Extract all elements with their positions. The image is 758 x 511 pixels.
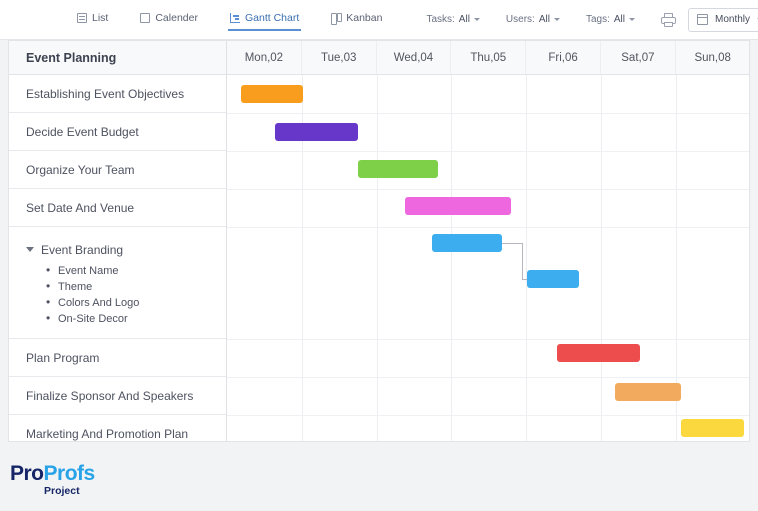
logo-text-profs: Profs [43, 462, 96, 485]
tab-calender-label: Calender [155, 12, 198, 24]
gantt-bar[interactable] [527, 270, 579, 288]
triangle-collapse-icon[interactable] [26, 247, 34, 252]
list-item[interactable]: On-Site Decor [46, 310, 139, 327]
group-header[interactable]: Event Branding [26, 243, 123, 257]
day-column-header: Fri,06 [526, 41, 601, 74]
filter-users-label: Users: [505, 14, 535, 25]
tab-kanban[interactable]: Kanban [329, 8, 384, 31]
timeline-header: Mon,02 Tue,03 Wed,04 Thu,05 Fri,06 Sat,0… [227, 41, 749, 75]
gantt-bar[interactable] [275, 123, 358, 141]
grid-day-separator [526, 75, 528, 441]
grid-row-separator [227, 415, 749, 416]
task-label: Organize Your Team [26, 162, 135, 177]
grid-row-separator [227, 189, 749, 190]
tab-list[interactable]: List [75, 8, 110, 31]
task-row[interactable]: Finalize Sponsor And Speakers [9, 377, 226, 415]
subtask-list: Event Name Theme Colors And Logo On-Site… [46, 262, 139, 327]
grid-row-separator [227, 113, 749, 114]
task-group-event-branding[interactable]: Event Branding Event Name Theme Colors A… [9, 227, 226, 339]
calendar-icon [696, 14, 709, 25]
chevron-down-icon [628, 18, 635, 21]
grid-day-separator [376, 75, 378, 441]
gantt-bar[interactable] [557, 344, 640, 362]
chevron-down-icon [473, 18, 480, 21]
filter-tasks-value: All [458, 14, 470, 25]
gantt-timeline-panel: Mon,02 Tue,03 Wed,04 Thu,05 Fri,06 Sat,0… [227, 41, 749, 441]
task-row[interactable]: Set Date And Venue [9, 189, 226, 227]
tab-gantt-chart-label: Gantt Chart [244, 12, 300, 24]
kanban-icon [331, 13, 343, 25]
filter-users-value: All [538, 14, 550, 25]
filter-users[interactable]: Users: All [506, 14, 560, 25]
task-row[interactable]: Marketing And Promotion Plan [9, 415, 226, 441]
task-label: Plan Program [26, 350, 100, 365]
toolbar-right-controls: Monthly Save [660, 7, 758, 32]
grid-day-separator [451, 75, 453, 441]
filter-tags[interactable]: Tags: All [586, 14, 635, 25]
top-toolbar: List Calender Gantt Chart Kanban Tasks: … [0, 0, 758, 40]
tab-list-label: List [92, 12, 109, 24]
logo-subtitle: Project [44, 485, 80, 497]
task-row[interactable]: Decide Event Budget [9, 113, 226, 151]
period-select[interactable]: Monthly [687, 7, 758, 32]
proprofs-logo: ProProfs Project [10, 462, 96, 498]
filter-tags-value: All [613, 14, 625, 25]
grid-row-separator [227, 377, 749, 378]
filter-tasks-label: Tasks: [426, 14, 455, 25]
chevron-down-icon [553, 18, 560, 21]
logo-text-pro: Pro [10, 462, 44, 485]
dependency-connector [502, 243, 522, 244]
grid-row-separator [227, 339, 749, 340]
list-item[interactable]: Event Name [46, 262, 139, 279]
day-column-header: Thu,05 [451, 41, 527, 74]
gantt-bar[interactable] [681, 419, 744, 437]
filter-tasks[interactable]: Tasks: All [426, 14, 480, 25]
task-label: Set Date And Venue [26, 200, 135, 215]
tab-calender[interactable]: Calender [138, 8, 200, 31]
day-column-header: Sat,07 [601, 41, 676, 74]
day-column-header: Sun,08 [676, 41, 749, 74]
dependency-connector [522, 279, 527, 280]
gantt-bar[interactable] [405, 197, 511, 215]
task-label: Establishing Event Objectives [26, 86, 185, 101]
task-row[interactable]: Organize Your Team [9, 151, 226, 189]
filter-tags-label: Tags: [585, 14, 610, 25]
tab-gantt-chart[interactable]: Gantt Chart [227, 8, 302, 31]
day-column-header: Mon,02 [227, 41, 302, 74]
list-item[interactable]: Colors And Logo [46, 294, 139, 311]
printer-icon[interactable] [660, 12, 676, 27]
task-label: Finalize Sponsor And Speakers [26, 388, 194, 403]
gantt-bar[interactable] [241, 85, 303, 103]
tab-kanban-label: Kanban [346, 12, 383, 24]
list-icon [77, 13, 87, 23]
day-column-header: Tue,03 [302, 41, 377, 74]
gantt-bar[interactable] [358, 160, 438, 178]
task-row[interactable]: Establishing Event Objectives [9, 75, 226, 113]
task-label: Decide Event Budget [26, 124, 139, 139]
list-item[interactable]: Theme [46, 278, 139, 295]
page-title: Event Planning [9, 41, 226, 75]
gantt-bar[interactable] [432, 234, 502, 252]
grid-row-separator [227, 227, 749, 228]
day-column-header: Wed,04 [377, 41, 452, 74]
view-tabs: List Calender Gantt Chart Kanban [75, 8, 412, 31]
gantt-icon [229, 13, 240, 23]
gantt-board: Event Planning Establishing Event Object… [8, 40, 750, 442]
gantt-chart-app: List Calender Gantt Chart Kanban Tasks: … [0, 0, 758, 511]
dependency-connector [522, 243, 523, 279]
calendar-icon [140, 13, 151, 23]
task-row[interactable]: Plan Program [9, 339, 226, 377]
task-list-panel: Event Planning Establishing Event Object… [9, 41, 227, 441]
task-label: Event Branding [41, 242, 124, 257]
grid-day-separator [601, 75, 602, 441]
period-value: Monthly [714, 14, 750, 25]
gantt-grid[interactable] [227, 75, 749, 441]
filter-group: Tasks: All Users: All Tags: All [426, 14, 661, 25]
gantt-bar[interactable] [615, 383, 681, 401]
task-label: Marketing And Promotion Plan [26, 426, 189, 441]
grid-row-separator [227, 151, 749, 152]
